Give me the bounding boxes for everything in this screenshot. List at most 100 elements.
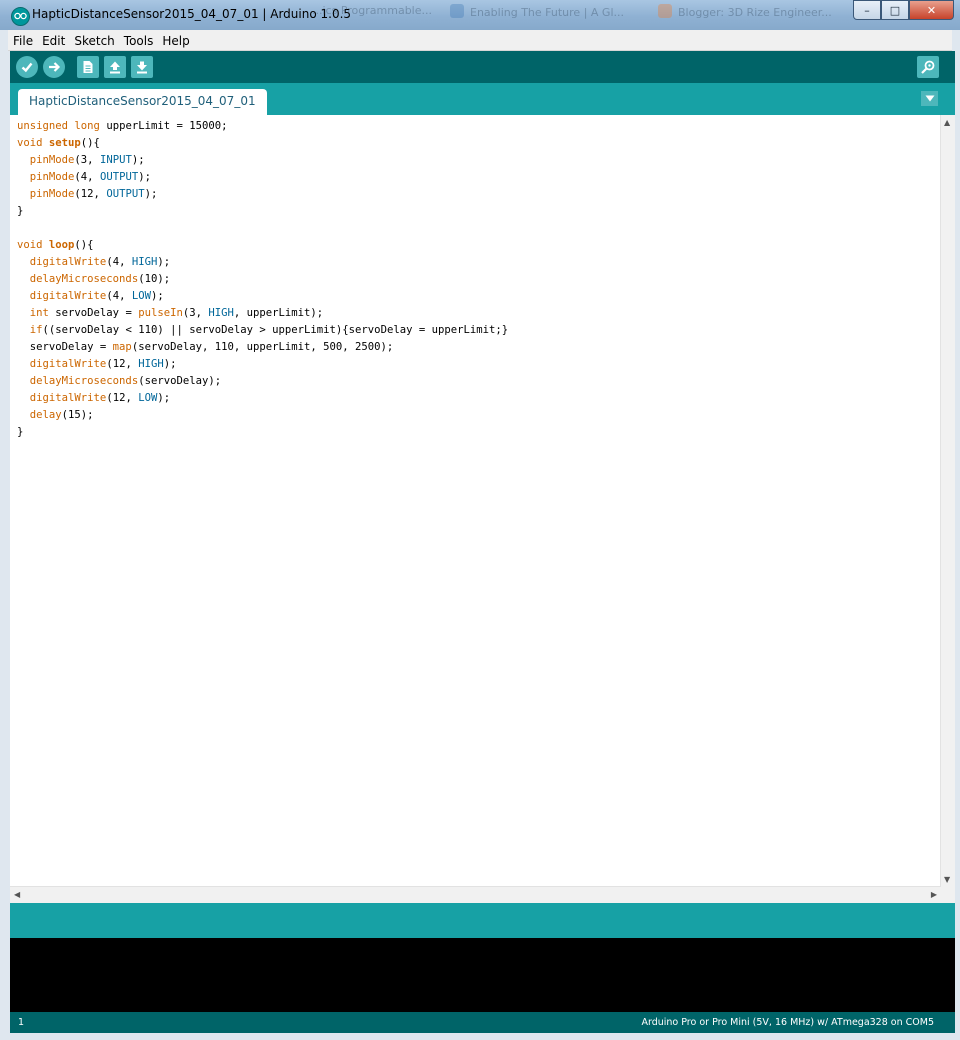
code-line[interactable]: digitalWrite(4, LOW); (17, 288, 508, 305)
verify-button[interactable] (16, 56, 38, 78)
verify-icon (21, 62, 33, 73)
menu-file[interactable]: File (8, 32, 37, 48)
code-token: pinMode (29, 154, 75, 166)
window-title: HapticDistanceSensor2015_04_07_01 | Ardu… (32, 7, 352, 21)
code-token: ); (157, 256, 171, 268)
arduino-logo-icon (11, 7, 30, 26)
code-token: delay (29, 409, 62, 421)
code-token: void (17, 137, 43, 149)
scroll-up-icon[interactable]: ▲ (944, 118, 950, 127)
background-tab: Enabling The Future | A Gl... (450, 4, 650, 26)
code-line[interactable]: pinMode(4, OUTPUT); (17, 169, 508, 186)
open-button[interactable] (104, 56, 126, 78)
horizontal-scrollbar[interactable]: ◀ ▶ (10, 886, 941, 903)
code-line[interactable]: } (17, 203, 508, 220)
code-token: (servoDelay); (138, 375, 222, 387)
menu-sketch[interactable]: Sketch (69, 32, 118, 48)
code-token: (){ (74, 239, 94, 251)
code-token: OUTPUT (106, 188, 145, 200)
save-icon (137, 61, 147, 74)
code-line[interactable]: delay(15); (17, 407, 508, 424)
menu-edit[interactable]: Edit (37, 32, 69, 48)
code-token: INPUT (99, 154, 132, 166)
code-token: ((servoDelay < 110) || servoDelay > uppe… (42, 324, 509, 336)
code-token: (12, (106, 358, 139, 370)
code-token: servoDelay = (48, 307, 139, 319)
background-tab: Blogger: 3D Rize Engineer... (658, 4, 843, 26)
code-editor[interactable]: unsigned long upperLimit = 15000; void se… (10, 115, 955, 903)
code-token: LOW (138, 392, 158, 404)
code-token: (3, (74, 154, 100, 166)
menu-tools[interactable]: Tools (119, 32, 158, 48)
code-line[interactable]: digitalWrite(12, LOW); (17, 390, 508, 407)
code-line[interactable]: pinMode(3, INPUT); (17, 152, 508, 169)
code-line[interactable]: void loop(){ (17, 237, 508, 254)
arduino-window: HapticDistanceSensor2015_04_07_01 | Ardu… (0, 0, 960, 1040)
scroll-left-icon[interactable]: ◀ (14, 890, 20, 899)
code-line[interactable]: digitalWrite(12, HIGH); (17, 356, 508, 373)
console-output[interactable] (10, 938, 955, 1012)
code-line[interactable]: void setup(){ (17, 135, 508, 152)
chevron-down-icon (925, 95, 934, 102)
code-line[interactable]: pinMode(12, OUTPUT); (17, 186, 508, 203)
close-button[interactable]: ✕ (909, 0, 954, 20)
menu-help[interactable]: Help (157, 32, 193, 48)
code-token: HIGH (208, 307, 234, 319)
code-line[interactable]: } (17, 424, 508, 441)
code-line[interactable]: delayMicroseconds(10); (17, 271, 508, 288)
maximize-button[interactable]: □ (881, 0, 909, 20)
code-token: (servoDelay, 110, upperLimit, 500, 2500)… (131, 341, 394, 353)
code-token: HIGH (131, 256, 158, 268)
new-button[interactable] (77, 56, 99, 78)
code-token: HIGH (138, 358, 164, 370)
upload-button[interactable] (43, 56, 65, 78)
code-token: delayMicroseconds (29, 375, 139, 387)
save-button[interactable] (131, 56, 153, 78)
code-token: (12, (106, 392, 139, 404)
code-line[interactable]: digitalWrite(4, HIGH); (17, 254, 508, 271)
browser-tab-icon (450, 4, 464, 18)
vertical-scrollbar[interactable]: ▲ ▼ (940, 115, 955, 887)
code-token: (){ (80, 137, 100, 149)
code-token: } (17, 426, 24, 438)
code-token: OUTPUT (99, 171, 139, 183)
code-token: } (17, 205, 24, 217)
code-text[interactable]: unsigned long upperLimit = 15000; void se… (17, 118, 508, 441)
code-token: (12, (74, 188, 107, 200)
serial-monitor-button[interactable] (917, 56, 939, 78)
code-line[interactable] (17, 220, 508, 237)
new-icon (83, 61, 93, 73)
code-token: (4, (106, 256, 132, 268)
code-line[interactable]: delayMicroseconds(servoDelay); (17, 373, 508, 390)
board-info: Arduino Pro or Pro Mini (5V, 16 MHz) w/ … (641, 1017, 934, 1028)
title-bar[interactable]: HapticDistanceSensor2015_04_07_01 | Ardu… (0, 0, 960, 30)
code-token: , upperLimit); (233, 307, 324, 319)
code-line[interactable]: servoDelay = map(servoDelay, 110, upperL… (17, 339, 508, 356)
minimize-button[interactable]: – (853, 0, 881, 20)
code-line[interactable]: if((servoDelay < 110) || servoDelay > up… (17, 322, 508, 339)
toolbar (10, 51, 955, 83)
code-token: LOW (131, 290, 151, 302)
code-line[interactable]: unsigned long upperLimit = 15000; (17, 118, 508, 135)
code-token: long (74, 120, 100, 132)
code-token: delayMicroseconds (29, 273, 139, 285)
tab-sketch[interactable]: HapticDistanceSensor2015_04_07_01 (18, 89, 267, 115)
code-token: ); (144, 188, 158, 200)
scroll-down-icon[interactable]: ▼ (944, 875, 950, 884)
background-tab: ...ics Programmable... (312, 4, 432, 17)
tab-bar: HapticDistanceSensor2015_04_07_01 (10, 83, 955, 115)
code-line[interactable]: int servoDelay = pulseIn(3, HIGH, upperL… (17, 305, 508, 322)
code-token: pinMode (29, 188, 75, 200)
menu-bar: File Edit Sketch Tools Help (8, 30, 952, 51)
blogger-icon (658, 4, 672, 18)
scroll-right-icon[interactable]: ▶ (931, 890, 937, 899)
code-token: digitalWrite (29, 392, 107, 404)
code-token: digitalWrite (29, 256, 107, 268)
tab-menu-button[interactable] (921, 91, 938, 106)
